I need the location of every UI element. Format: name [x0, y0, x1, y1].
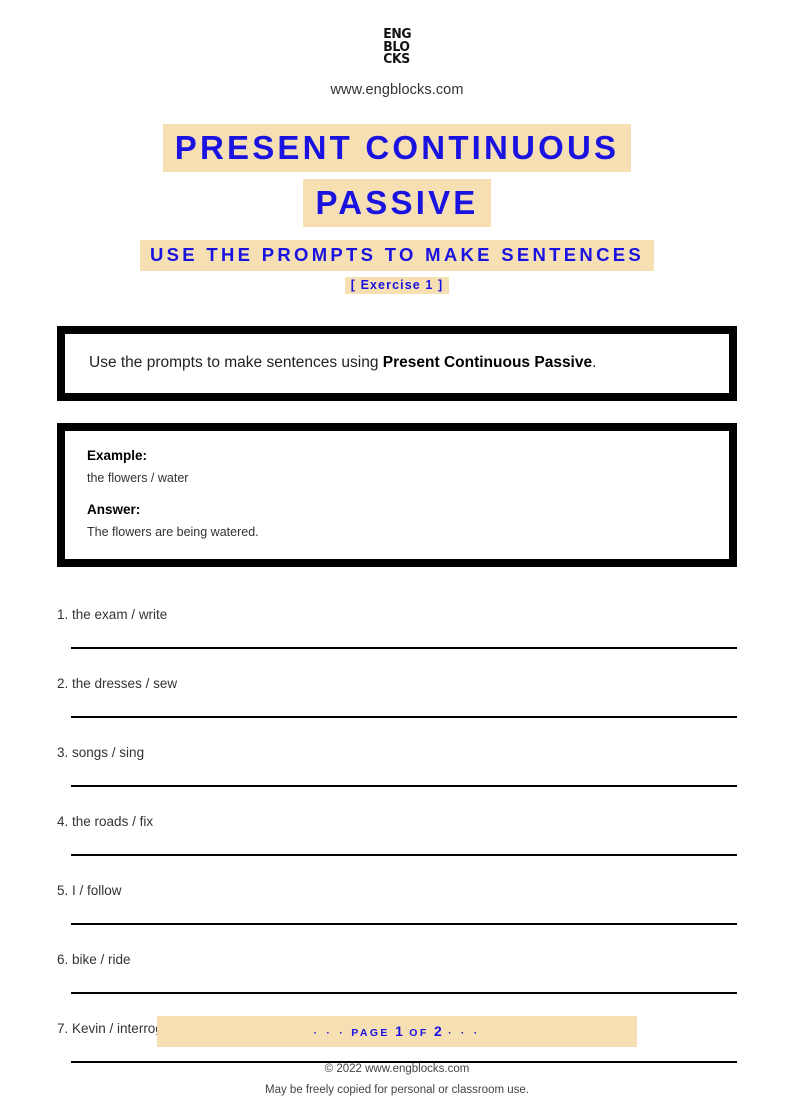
list-item: 3. songs / sing [57, 745, 737, 788]
exercise-prompt: the dresses / sew [72, 676, 178, 692]
example-box: Example: the flowers / water Answer: The… [57, 423, 737, 568]
page-footer: · · · PAGE 1 OF 2 · · · © 2022 www.engbl… [0, 1016, 794, 1096]
dots-left: · · · [313, 1027, 346, 1039]
engblocks-logo: ENG BLO CKS [383, 28, 411, 66]
exercise-label-text: [ Exercise 1 ] [344, 276, 450, 294]
exercise-prompt: songs / sing [72, 745, 145, 761]
exercise-item-text: 1. the exam / write [57, 607, 737, 622]
boxes-region: Use the prompts to make sentences using … [57, 326, 737, 568]
exercise-number: 3. [57, 745, 69, 761]
instruction-prefix: Use the prompts to make sentences using [89, 354, 383, 371]
worksheet-title-line-1: PRESENT CONTINUOUS [0, 124, 794, 172]
answer-line[interactable] [71, 647, 737, 650]
site-url: www.engblocks.com [330, 82, 464, 98]
worksheet-title-line-2: PASSIVE [0, 179, 794, 227]
page-indicator: · · · PAGE 1 OF 2 · · · [157, 1016, 637, 1047]
example-label: Example: [87, 448, 148, 464]
exercise-item-text: 4. the roads / fix [57, 814, 737, 829]
exercise-item-text: 2. the dresses / sew [57, 676, 737, 691]
instruction-text: Use the prompts to make sentences using … [89, 353, 705, 373]
current-page-number: 1 [395, 1023, 404, 1039]
title-line-2-text: PASSIVE [303, 179, 491, 227]
dots-right: · · · [448, 1027, 481, 1039]
exercise-prompt: bike / ride [72, 952, 131, 968]
list-item: 2. the dresses / sew [57, 676, 737, 719]
answer-line[interactable] [71, 785, 737, 788]
list-item: 1. the exam / write [57, 607, 737, 650]
exercise-prompt: I / follow [72, 883, 122, 899]
instruction-suffix: . [592, 354, 597, 371]
total-pages-number: 2 [433, 1023, 443, 1039]
worksheet-page: ENG BLO CKS www.engblocks.com PRESENT CO… [0, 0, 794, 1120]
example-prompt: the flowers / water [87, 471, 189, 486]
instruction-emphasis: Present Continuous Passive [382, 354, 593, 371]
exercise-item-text: 6. bike / ride [57, 952, 737, 967]
exercise-number: 1. [57, 607, 69, 623]
answer-line[interactable] [71, 923, 737, 926]
example-answer: The flowers are being watered. [87, 525, 259, 540]
answer-line[interactable] [71, 992, 737, 995]
title-line-1-text: PRESENT CONTINUOUS [162, 124, 632, 172]
worksheet-subtitle: USE THE PROMPTS TO MAKE SENTENCES [0, 240, 794, 271]
subtitle-text: USE THE PROMPTS TO MAKE SENTENCES [139, 240, 655, 271]
exercise-label: [ Exercise 1 ] [0, 276, 794, 294]
copyright-text: © 2022 www.engblocks.com [324, 1063, 470, 1075]
exercise-number: 4. [57, 814, 69, 830]
answer-label: Answer: [87, 502, 141, 518]
exercise-number: 2. [57, 676, 69, 692]
exercise-prompt: the exam / write [72, 607, 168, 623]
answer-line[interactable] [71, 716, 737, 719]
page-header: ENG BLO CKS www.engblocks.com [0, 0, 794, 98]
answer-line[interactable] [71, 854, 737, 857]
exercise-item-text: 5. I / follow [57, 883, 737, 898]
exercise-number: 6. [57, 952, 69, 968]
logo-line-3: CKS [383, 51, 410, 67]
exercise-prompt: the roads / fix [72, 814, 154, 830]
exercise-item-text: 3. songs / sing [57, 745, 737, 760]
exercise-list: 1. the exam / write 2. the dresses / sew… [57, 607, 737, 1064]
page-word: PAGE [351, 1027, 390, 1039]
list-item: 6. bike / ride [57, 952, 737, 995]
exercise-number: 5. [57, 883, 69, 899]
license-text: May be freely copied for personal or cla… [265, 1084, 529, 1096]
title-block: PRESENT CONTINUOUS PASSIVE USE THE PROMP… [0, 124, 794, 294]
list-item: 4. the roads / fix [57, 814, 737, 857]
list-item: 5. I / follow [57, 883, 737, 926]
instruction-box: Use the prompts to make sentences using … [57, 326, 737, 402]
of-word: OF [409, 1027, 429, 1039]
